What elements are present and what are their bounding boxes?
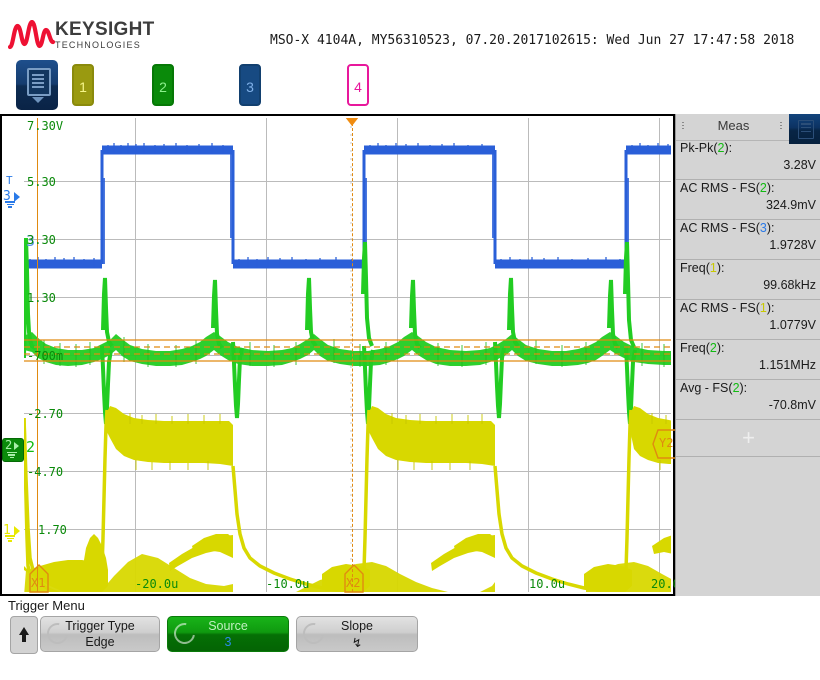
measurement-row-1[interactable]: AC RMS - FS(2): 324.9mV	[676, 180, 820, 220]
measurement-row-5[interactable]: Freq(2): 1.151MHz	[676, 340, 820, 380]
add-measurement-button[interactable]: +	[676, 420, 820, 457]
cursor-x2-label: X2	[346, 576, 360, 590]
measurement-row-6[interactable]: Avg - FS(2): -70.8mV	[676, 380, 820, 420]
measurement-label-2: AC RMS - FS(3):	[680, 221, 774, 235]
voltage-label-3: 1.30	[27, 291, 56, 305]
brand-subtitle: TECHNOLOGIES	[55, 40, 155, 51]
waveform-svg	[24, 118, 671, 592]
instrument-id-line: MSO-X 4104A, MY56310523, 07.20.201710261…	[270, 33, 794, 48]
softkey-source-label: Source	[168, 619, 288, 633]
softkey-slope[interactable]: Slope ↯	[296, 616, 418, 652]
cursor-x1-marker[interactable]: X1	[28, 564, 50, 599]
measurement-row-2[interactable]: AC RMS - FS(3): 1.9728V	[676, 220, 820, 260]
measurement-label-3: Freq(1):	[680, 261, 724, 275]
measurement-panel-header[interactable]: Meas	[676, 114, 820, 141]
main-menu-button[interactable]	[16, 60, 58, 110]
chevron-down-icon	[32, 97, 44, 103]
drag-grip-icon-right[interactable]	[780, 120, 784, 132]
measurement-value-1: 324.9mV	[766, 198, 816, 212]
ground-marker-2-label: 2	[5, 438, 12, 452]
softkey-slope-label: Slope	[297, 619, 417, 633]
time-label-1: -10.0u	[266, 577, 309, 591]
brand-text: KEYSIGHT TECHNOLOGIES	[55, 20, 155, 51]
settings-bar: 1 1.00V/ 2.92500V 2 2.00V/ -700.00mV 3 2…	[0, 58, 820, 114]
softkey-trigger-type-label: Trigger Type	[41, 619, 159, 633]
measurement-row-4[interactable]: AC RMS - FS(1): 1.0779V	[676, 300, 820, 340]
trigger-level-marker-label: T	[6, 174, 13, 187]
softkey-slope-value: ↯	[297, 635, 417, 650]
channel-4-button[interactable]: 4	[347, 64, 369, 106]
trigger-menu-title: Trigger Menu	[8, 598, 85, 613]
trigger-menu-bar: Trigger Menu Trigger Type Edge Source 3 …	[0, 596, 820, 680]
measurement-value-4: 1.0779V	[769, 318, 816, 332]
trace-channel-3	[24, 143, 671, 268]
measurement-value-6: -70.8mV	[769, 398, 816, 412]
measurement-label-6: Avg - FS(2):	[680, 381, 747, 395]
measurement-value-2: 1.9728V	[769, 238, 816, 252]
voltage-label-6: -4.70	[27, 465, 63, 479]
measurement-panel[interactable]: Meas Pk-Pk(2): 3.28V AC RMS - FS(2): 324…	[675, 114, 820, 596]
cursor-x2-line[interactable]	[352, 118, 354, 592]
arrow-up-stem	[22, 634, 26, 642]
ground-symbol-icon	[5, 534, 15, 543]
trigger-position-marker[interactable]	[345, 118, 359, 126]
menu-document-icon	[27, 68, 51, 96]
softkey-source-value: 3	[168, 635, 288, 649]
measurement-row-3[interactable]: Freq(1): 99.68kHz	[676, 260, 820, 300]
voltage-label-5: -2.70	[27, 407, 63, 421]
measurement-value-0: 3.28V	[783, 158, 816, 172]
softkey-source[interactable]: Source 3	[167, 616, 289, 652]
measurement-row-0[interactable]: Pk-Pk(2): 3.28V	[676, 140, 820, 180]
ground-marker-channel-3[interactable]: T 3	[2, 186, 24, 210]
measurement-panel-title: Meas	[676, 118, 791, 133]
time-label-2: 10.0u	[529, 577, 565, 591]
channel-2-button[interactable]: 2	[152, 64, 174, 106]
ground-symbol-icon	[5, 200, 15, 209]
cursor-y2-marker[interactable]: Y2	[652, 428, 676, 465]
time-label-0: -20.0u	[135, 577, 178, 591]
channel-1-button[interactable]: 1	[72, 64, 94, 106]
cursor-x2-marker[interactable]: X2	[343, 564, 365, 599]
measurement-label-5: Freq(2):	[680, 341, 724, 355]
voltage-label-2: 3.30	[27, 233, 56, 247]
cursor-x1-label: X1	[31, 576, 45, 590]
oscilloscope-screen: KEYSIGHT TECHNOLOGIES MSO-X 4104A, MY563…	[0, 0, 820, 680]
voltage-label-7: 1.70	[38, 523, 67, 537]
ground-arrow-icon	[14, 442, 19, 450]
voltage-label-4: -700m	[27, 349, 63, 363]
softkey-trigger-type[interactable]: Trigger Type Edge	[40, 616, 160, 652]
measurement-label-4: AC RMS - FS(1):	[680, 301, 774, 315]
measurement-value-3: 99.68kHz	[763, 278, 816, 292]
waveform-grid[interactable]	[24, 118, 671, 592]
menu-up-button[interactable]	[10, 616, 38, 654]
inline-channel-2-label: 2	[26, 438, 35, 456]
ground-marker-channel-1[interactable]: 1	[2, 520, 24, 544]
softkey-trigger-type-value: Edge	[41, 635, 159, 649]
measurement-value-5: 1.151MHz	[759, 358, 816, 372]
brand-name: KEYSIGHT	[55, 20, 155, 39]
measurement-label-1: AC RMS - FS(2):	[680, 181, 774, 195]
ground-marker-channel-2[interactable]: 2	[2, 438, 24, 462]
ground-symbol-icon	[7, 451, 17, 459]
app-header: KEYSIGHT TECHNOLOGIES MSO-X 4104A, MY563…	[0, 0, 820, 58]
measurement-label-0: Pk-Pk(2):	[680, 141, 732, 155]
channel-3-button[interactable]: 3	[239, 64, 261, 106]
voltage-label-1: 5.30	[27, 175, 56, 189]
cursor-y2-label: Y2	[659, 436, 673, 450]
waveform-display[interactable]: T 3 2 1	[0, 114, 675, 596]
voltage-label-0: 7.30V	[27, 119, 63, 133]
